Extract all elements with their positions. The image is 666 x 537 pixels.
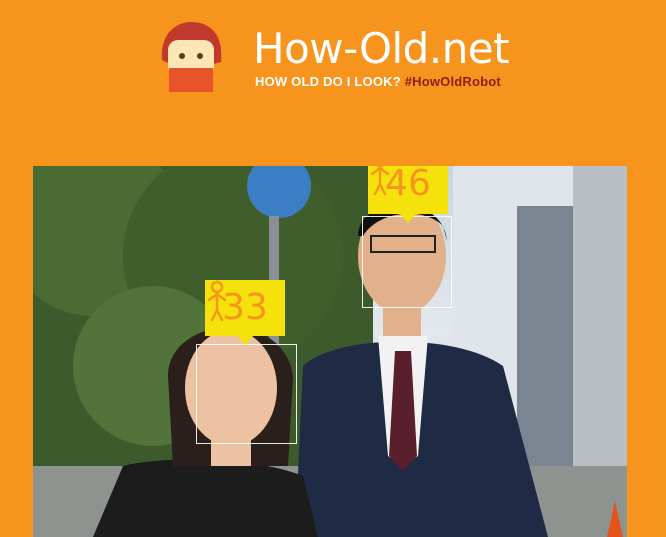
logo-icon	[161, 22, 222, 92]
tagline-text: HOW OLD DO I LOOK?	[255, 74, 401, 89]
tagline: HOW OLD DO I LOOK? #HowOldRobot	[255, 74, 501, 89]
face-box-man	[362, 216, 452, 308]
header: How-Old.net HOW OLD DO I LOOK? #HowOldRo…	[0, 0, 666, 160]
face-box-woman	[196, 344, 297, 444]
age-label-woman: 33	[205, 280, 285, 345]
person-icon	[207, 280, 227, 322]
photo-scene	[33, 166, 627, 537]
person-icon	[370, 166, 390, 196]
brand-title: How-Old.net	[253, 24, 510, 73]
hashtag-link[interactable]: #HowOldRobot	[405, 74, 501, 89]
age-label-man: 46	[368, 166, 448, 223]
analyzed-photo: 46 33	[33, 166, 627, 537]
